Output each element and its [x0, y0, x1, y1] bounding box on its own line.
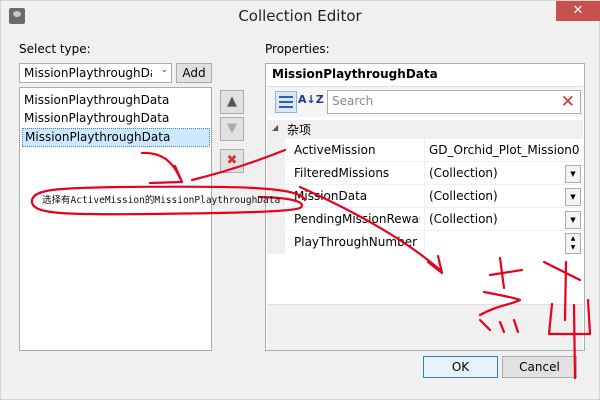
dropdown-arrow-icon[interactable]: ▼	[565, 188, 581, 206]
categorized-view-icon[interactable]	[275, 91, 297, 113]
search-placeholder: Search	[332, 94, 374, 108]
property-name: ActiveMission	[294, 143, 376, 157]
list-item-selected[interactable]: MissionPlaythroughData	[22, 128, 210, 147]
property-row-active-mission[interactable]: ActiveMission GD_Orchid_Plot_Mission0	[267, 138, 583, 162]
description-pane	[267, 304, 583, 350]
property-rows: ◢ 杂项 ActiveMission GD_Orchid_Plot_Missio…	[267, 120, 583, 316]
category-name: 杂项	[287, 123, 312, 137]
column-divider	[424, 162, 425, 185]
type-select[interactable]: MissionPlaythroughData ⌄	[19, 63, 172, 83]
row-gutter	[267, 162, 285, 185]
clear-search-icon[interactable]: ✕	[561, 91, 575, 113]
select-type-label: Select type:	[19, 42, 91, 56]
property-row-mission-data[interactable]: MissionData (Collection) ▼	[267, 184, 583, 208]
property-name: MissionData	[294, 189, 368, 203]
arrow-down-icon: ▼	[227, 121, 237, 136]
column-divider	[424, 139, 425, 162]
title-bar[interactable]: Collection Editor ✕	[1, 1, 600, 31]
list-item[interactable]: MissionPlaythroughData	[24, 110, 169, 127]
row-gutter	[267, 139, 285, 162]
property-value[interactable]: (Collection)	[429, 212, 579, 226]
list-item[interactable]: MissionPlaythroughData	[24, 92, 169, 109]
property-row-playthrough-number[interactable]: PlayThroughNumber ▲ ▼	[267, 230, 583, 254]
property-value[interactable]: GD_Orchid_Plot_Mission0	[429, 143, 579, 157]
property-row-filtered-missions[interactable]: FilteredMissions (Collection) ▼	[267, 161, 583, 185]
move-up-button[interactable]: ▲	[220, 90, 244, 114]
type-select-value: MissionPlaythroughData	[24, 66, 152, 80]
column-divider	[424, 208, 425, 231]
remove-button[interactable]: ✖	[220, 149, 244, 173]
property-row-pending-mission-rewards[interactable]: PendingMissionRewards (Collection) ▼	[267, 207, 583, 231]
alphabetical-sort-icon[interactable]: A↓Z	[298, 93, 324, 106]
members-list[interactable]: MissionPlaythroughData MissionPlaythroug…	[19, 87, 212, 351]
row-gutter	[267, 231, 285, 254]
spinner-icon[interactable]: ▲ ▼	[565, 233, 581, 254]
dropdown-arrow-icon[interactable]: ▼	[565, 211, 581, 229]
property-value[interactable]: (Collection)	[429, 166, 579, 180]
property-value[interactable]: (Collection)	[429, 189, 579, 203]
add-button[interactable]: Add	[176, 63, 212, 83]
column-divider	[424, 231, 425, 254]
arrow-up-icon: ▲	[227, 94, 237, 109]
row-gutter	[267, 185, 285, 208]
close-button[interactable]: ✕	[556, 1, 600, 21]
category-row[interactable]: ◢ 杂项	[267, 120, 583, 138]
property-search-input[interactable]: Search ✕	[327, 90, 581, 114]
dropdown-arrow-icon[interactable]: ▼	[565, 165, 581, 183]
property-name: PendingMissionRewards	[294, 212, 420, 226]
properties-label: Properties:	[265, 42, 330, 56]
ok-button[interactable]: OK	[423, 356, 498, 378]
column-divider	[424, 185, 425, 208]
row-gutter	[267, 208, 285, 231]
property-grid: MissionPlaythroughData A↓Z Search ✕ ◢ 杂项…	[265, 63, 585, 351]
window-title: Collection Editor	[238, 7, 362, 25]
property-name: PlayThroughNumber	[294, 235, 418, 249]
delete-icon: ✖	[226, 153, 238, 168]
move-down-button[interactable]: ▼	[220, 117, 244, 141]
property-grid-header: MissionPlaythroughData	[272, 67, 438, 81]
property-toolbar: A↓Z Search ✕	[267, 86, 583, 117]
property-name: FilteredMissions	[294, 166, 390, 180]
cancel-button[interactable]: Cancel	[502, 356, 577, 378]
chevron-down-icon: ⌄	[160, 65, 168, 75]
collection-editor-window: Collection Editor ✕ Select type: Mission…	[0, 0, 600, 400]
collapse-icon[interactable]: ◢	[272, 123, 278, 132]
